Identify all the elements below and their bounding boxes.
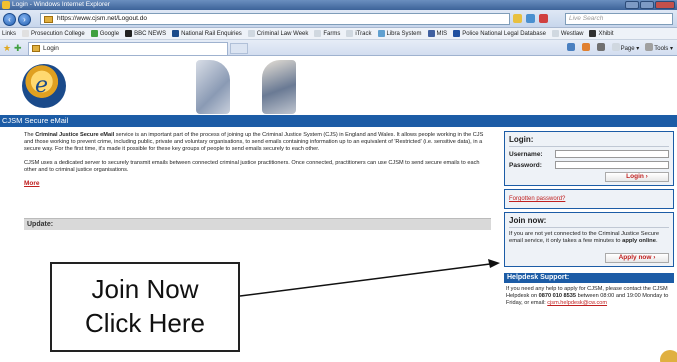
callout-line-2: Click Here	[85, 308, 205, 338]
callout-line-1: Join Now	[91, 274, 199, 304]
corner-badge-icon	[660, 350, 677, 362]
join-now-callout: Join Now Click Here	[50, 262, 240, 352]
